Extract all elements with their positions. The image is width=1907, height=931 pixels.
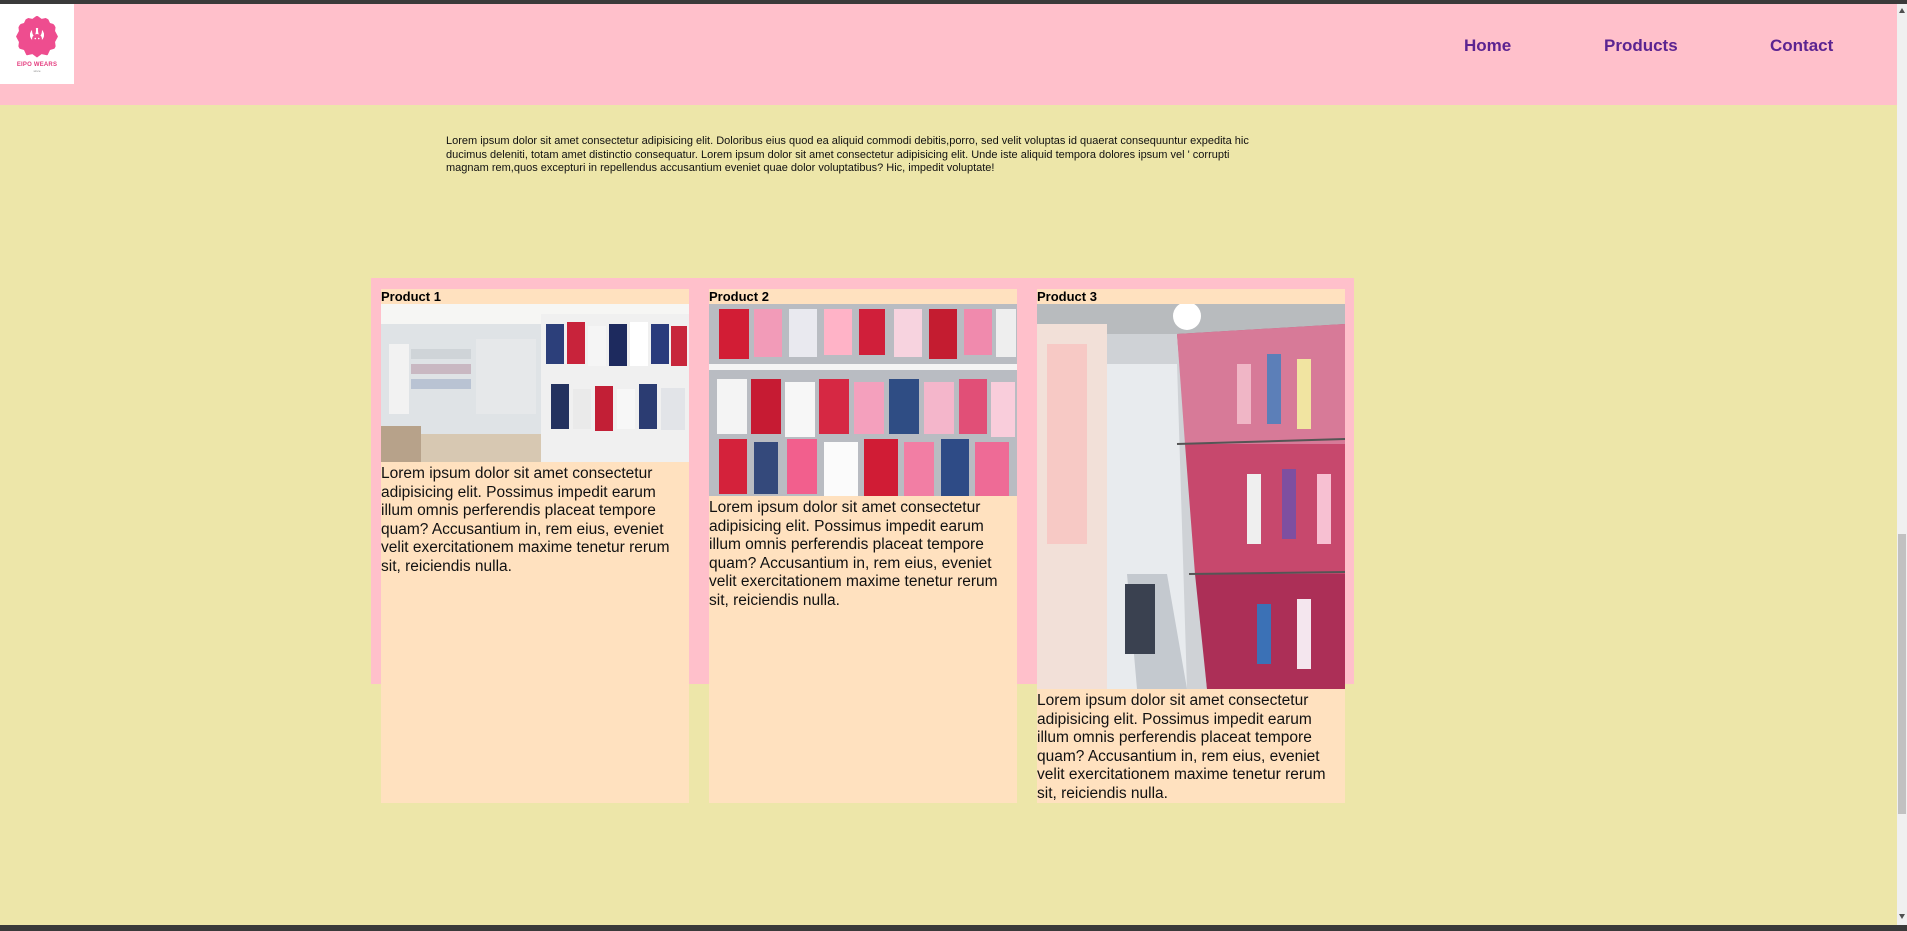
product-image-hanging-clothes [709, 304, 1017, 496]
product-card-1: Product 1 Lorem ipsum dolor sit amet con… [381, 289, 689, 803]
hanging-baby-clothes-photo [709, 304, 1017, 496]
product-card-3: Product 3 Lorem ipsum dolor sit amet con… [1037, 289, 1345, 803]
window-bottom-edge [0, 925, 1907, 931]
store-interior-photo [381, 304, 689, 462]
brand-logo[interactable]: EIPO WEARS since [0, 4, 74, 84]
product-image-clothing-rack [1037, 304, 1345, 689]
product-title: Product 1 [381, 289, 441, 304]
scrollbar-thumb[interactable] [1898, 534, 1906, 814]
intro-paragraph: Lorem ipsum dolor sit amet consectetur a… [446, 135, 1249, 174]
product-description: Lorem ipsum dolor sit amet consectetur a… [1037, 692, 1326, 802]
product-image-store-interior [381, 304, 689, 462]
product-title: Product 2 [709, 289, 769, 304]
site-header: EIPO WEARS since Home Products Contact [0, 4, 1897, 105]
logo-badge-icon [16, 15, 58, 58]
scroll-down-arrow-icon[interactable] [1899, 914, 1905, 919]
clothing-rack-aisle-photo [1037, 304, 1345, 689]
vertical-scrollbar[interactable] [1897, 4, 1907, 925]
scroll-up-arrow-icon[interactable] [1899, 8, 1905, 13]
product-description: Lorem ipsum dolor sit amet consectetur a… [709, 499, 998, 609]
nav-home-link[interactable]: Home [1464, 36, 1511, 56]
logo-brand-name: EIPO WEARS [16, 61, 58, 68]
logo-tagline: since [33, 68, 41, 73]
product-card-2: Product 2 Lorem ipsum dolor sit amet con… [709, 289, 1017, 803]
nav-products-link[interactable]: Products [1604, 36, 1678, 56]
nav-contact-link[interactable]: Contact [1770, 36, 1833, 56]
product-description: Lorem ipsum dolor sit amet consectetur a… [381, 465, 670, 575]
product-title: Product 3 [1037, 289, 1097, 304]
bunny-icon [32, 24, 42, 44]
